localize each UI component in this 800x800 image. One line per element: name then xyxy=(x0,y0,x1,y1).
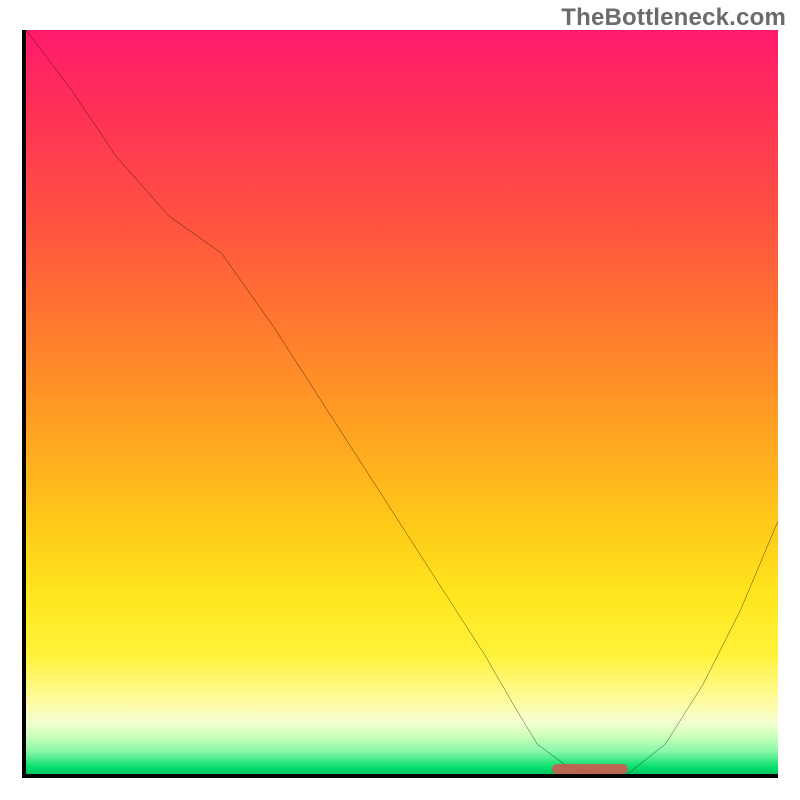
plot-area xyxy=(22,30,778,778)
chart-frame: TheBottleneck.com xyxy=(0,0,800,800)
bottleneck-curve xyxy=(26,30,778,774)
optimal-range-marker xyxy=(552,764,627,774)
watermark-text: TheBottleneck.com xyxy=(561,4,786,32)
